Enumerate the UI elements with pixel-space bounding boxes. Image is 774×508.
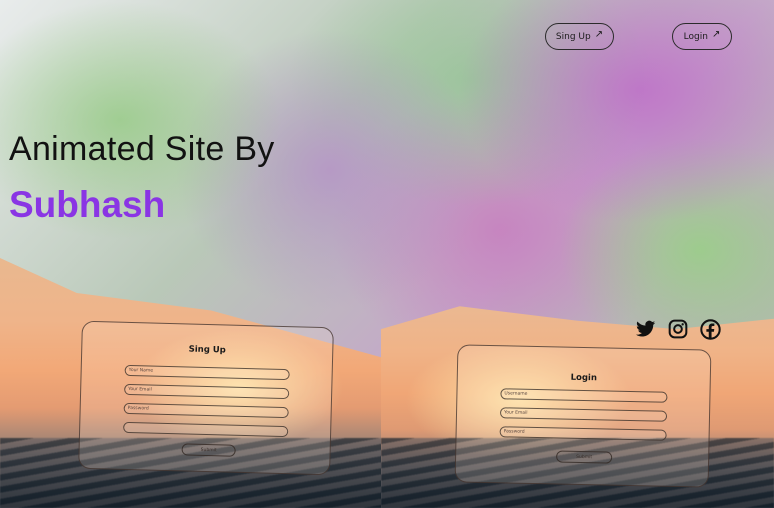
password-field[interactable]: Password	[499, 426, 667, 441]
hero-author-name: Subhash	[9, 184, 166, 225]
password-field[interactable]: Password	[123, 402, 289, 419]
confirm-password-field[interactable]	[123, 421, 289, 438]
signup-submit-button[interactable]: Submit	[181, 443, 236, 457]
username-field[interactable]: Username	[500, 388, 668, 403]
arrow-up-right-icon: ↗	[711, 29, 721, 40]
signup-nav-label: Sing Up	[555, 31, 591, 42]
login-nav-button[interactable]: Login ↗	[672, 23, 732, 50]
instagram-icon[interactable]	[667, 318, 689, 340]
arrow-up-right-icon: ↗	[594, 29, 604, 40]
facebook-icon[interactable]	[699, 318, 721, 340]
login-form-title: Login	[570, 372, 598, 384]
signup-form: Sing Up Your Name Your Email Password Su…	[78, 320, 334, 476]
email-field[interactable]: Your Email	[499, 407, 668, 422]
signup-form-title: Sing Up	[188, 344, 226, 356]
email-field[interactable]: Your Email	[124, 383, 290, 400]
login-nav-label: Login	[683, 31, 708, 42]
name-field[interactable]: Your Name	[124, 364, 290, 381]
signup-nav-button[interactable]: Sing Up ↗	[545, 23, 614, 50]
twitter-icon[interactable]	[635, 318, 657, 340]
login-form: Login Username Your Email Password Submi…	[454, 344, 712, 488]
hero-title: Animated Site By	[9, 130, 275, 168]
login-submit-button[interactable]: Submit	[556, 450, 613, 464]
